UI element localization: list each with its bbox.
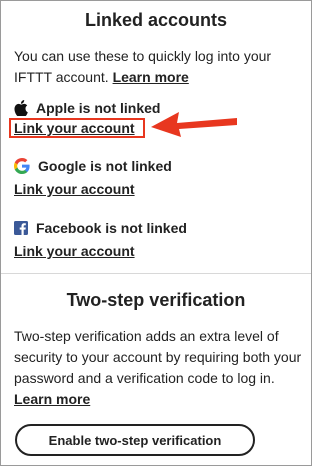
- learn-more-link[interactable]: Learn more: [113, 69, 189, 85]
- annotation-arrow-icon: [149, 105, 239, 144]
- provider-row-apple: Apple is not linked: [14, 100, 160, 116]
- facebook-status: Facebook is not linked: [36, 220, 187, 236]
- link-google-account[interactable]: Link your account: [14, 181, 135, 197]
- link-facebook-account[interactable]: Link your account: [14, 243, 135, 259]
- google-status: Google is not linked: [38, 158, 172, 174]
- two-step-description-text: Two-step verification adds an extra leve…: [14, 328, 302, 386]
- annotation-highlight-box: [9, 118, 145, 138]
- two-step-description: Two-step verification adds an extra leve…: [14, 326, 304, 410]
- linked-accounts-title: Linked accounts: [84, 10, 228, 30]
- apple-icon: [14, 100, 28, 116]
- provider-row-google: Google is not linked: [14, 158, 172, 174]
- two-step-title: Two-step verification: [66, 290, 246, 310]
- google-icon: [14, 158, 30, 174]
- enable-two-step-button[interactable]: Enable two-step verification: [15, 424, 255, 456]
- apple-status: Apple is not linked: [36, 100, 161, 116]
- provider-row-facebook: Facebook is not linked: [14, 220, 187, 236]
- settings-panel: Linked accounts You can use these to qui…: [0, 0, 312, 466]
- facebook-icon: [14, 221, 28, 235]
- section-divider: [1, 273, 311, 274]
- linked-accounts-description: You can use these to quickly log into yo…: [14, 46, 304, 88]
- two-step-learn-more-link[interactable]: Learn more: [14, 391, 90, 407]
